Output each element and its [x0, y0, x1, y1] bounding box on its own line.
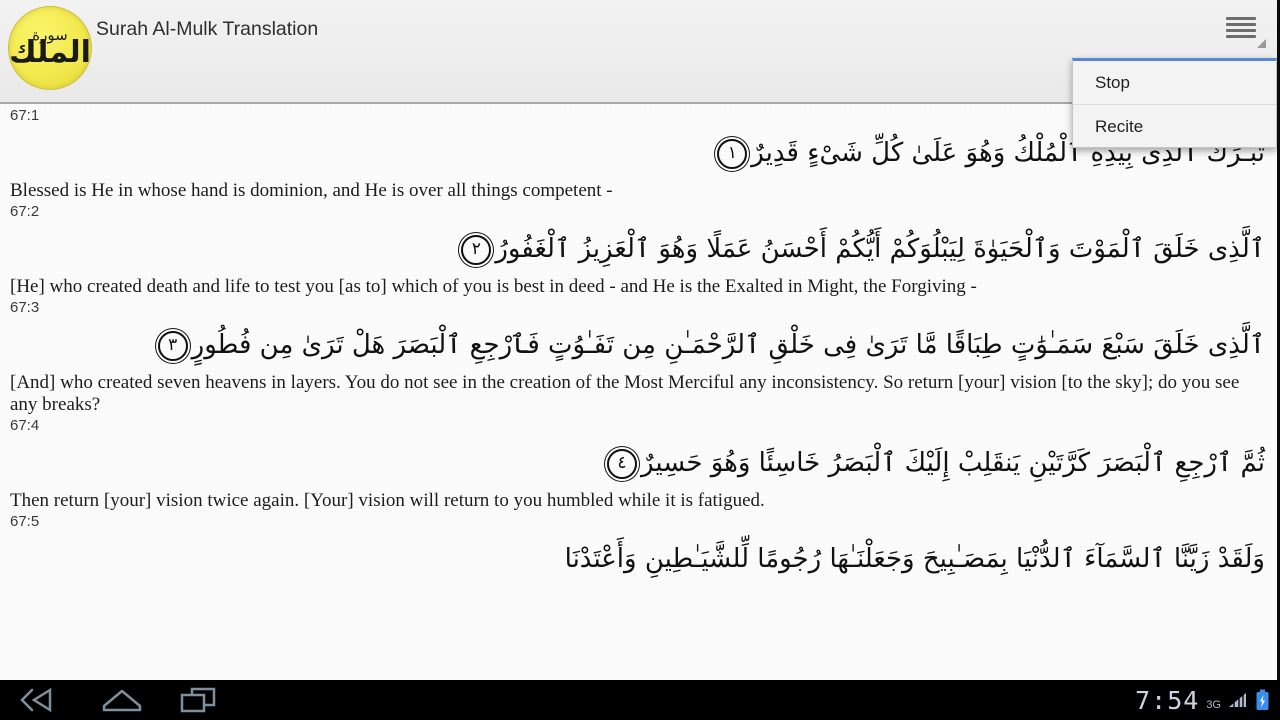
ayah-marker: ٣: [157, 330, 188, 361]
home-button[interactable]: [90, 684, 154, 716]
status-indicators: 7:54 3G: [1135, 680, 1270, 720]
arabic-line: وَلَقَدْ زَيَّنَّا ٱلسَّمَآءَ ٱلدُّنْيَا…: [564, 544, 1265, 574]
verse-translation: [He] who created death and life to test …: [10, 276, 977, 297]
verse-block: 67:2 ٱلَّذِى خَلَقَ ٱلْمَوْتَ وَٱلْحَيَو…: [0, 202, 1277, 298]
overflow-menu: Stop Recite: [1072, 58, 1277, 148]
verse-reference: 67:2: [10, 203, 40, 220]
verse-arabic-text: ٱلَّذِى خَلَقَ سَبْعَ سَمَـٰوَٰتٍ طِبَاق…: [10, 318, 1267, 372]
verse-translation: [And] who created seven heavens in layer…: [10, 372, 1240, 415]
recent-apps-button[interactable]: [168, 684, 232, 716]
clock-text: 7:54: [1135, 685, 1200, 715]
app-logo-icon: سورة الملك: [8, 6, 92, 90]
dropdown-corner-icon: [1257, 39, 1266, 48]
battery-charging-icon: [1256, 689, 1269, 710]
app-logo-text-main: الملك: [9, 35, 91, 71]
hamburger-menu-icon: [1226, 17, 1256, 41]
verse-reference: 67:5: [10, 513, 40, 530]
system-navigation-bar: 7:54 3G: [0, 680, 1280, 720]
arabic-line: ٱلَّذِى خَلَقَ سَبْعَ سَمَـٰوَٰتٍ طِبَاق…: [191, 330, 1265, 360]
back-arrow-icon: [20, 687, 52, 713]
verse-translation: Then return [your] vision twice again. […: [10, 490, 765, 511]
page-title: Surah Al-Mulk Translation: [96, 18, 319, 40]
ayah-marker: ٢: [461, 234, 492, 265]
menu-item-stop[interactable]: Stop: [1073, 61, 1276, 104]
verse-block: 67:3 ٱلَّذِى خَلَقَ سَبْعَ سَمَـٰوَٰتٍ ط…: [0, 298, 1277, 416]
verse-arabic-text: ثُمَّ ٱرْجِعِ ٱلْبَصَرَ كَرَّتَيْنِ يَنق…: [10, 436, 1267, 490]
verse-arabic-text: ٱلَّذِى خَلَقَ ٱلْمَوْتَ وَٱلْحَيَوٰةَ ل…: [10, 222, 1267, 276]
verse-reference: 67:3: [10, 299, 40, 316]
ayah-marker: ١: [717, 138, 748, 169]
verse-block: 67:4 ثُمَّ ٱرْجِعِ ٱلْبَصَرَ كَرَّتَيْنِ…: [0, 416, 1277, 512]
verse-arabic-text: وَلَقَدْ زَيَّنَّا ٱلسَّمَآءَ ٱلدُّنْيَا…: [10, 532, 1267, 586]
menu-item-recite[interactable]: Recite: [1073, 104, 1276, 147]
signal-bars-icon: [1229, 693, 1246, 707]
arabic-line: ٱلَّذِى خَلَقَ ٱلْمَوْتَ وَٱلْحَيَوٰةَ ل…: [495, 234, 1265, 264]
device-screen: سورة الملك Surah Al-Mulk Translation Sto…: [0, 0, 1280, 720]
recent-apps-icon: [180, 687, 216, 713]
back-button[interactable]: [10, 684, 74, 716]
network-type-label: 3G: [1206, 699, 1221, 711]
overflow-menu-button[interactable]: [1218, 8, 1272, 56]
arabic-line: ثُمَّ ٱرْجِعِ ٱلْبَصَرَ كَرَّتَيْنِ يَنق…: [641, 448, 1265, 478]
home-icon: [102, 689, 142, 712]
verse-translation: Blessed is He in whose hand is dominion,…: [10, 180, 613, 201]
verse-block: 67:5 وَلَقَدْ زَيَّنَّا ٱلسَّمَآءَ ٱلدُّ…: [0, 512, 1277, 586]
verse-reference: 67:4: [10, 417, 40, 434]
app-window: سورة الملك Surah Al-Mulk Translation Sto…: [0, 0, 1280, 680]
verse-scroll-area[interactable]: 67:1 تَبَـٰرَكَ ٱلَّذِى بِيَدِهِ ٱلْمُلْ…: [0, 106, 1277, 680]
ayah-marker: ٤: [607, 448, 637, 479]
